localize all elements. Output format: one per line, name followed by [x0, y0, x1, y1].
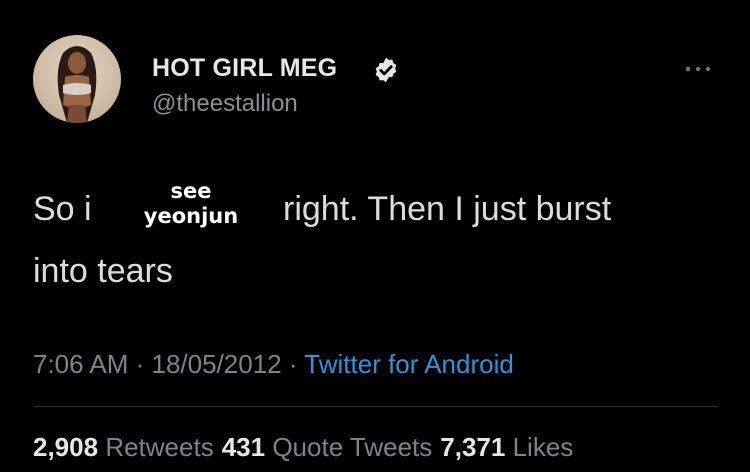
quote-tweets-stat[interactable]: 431 Quote Tweets	[222, 432, 433, 462]
tweet-stats: 2,908 Retweets 431 Quote Tweets 7,371 Like…	[33, 432, 573, 463]
avatar-photo	[57, 46, 97, 123]
meme-overlay-caption: see yeonjun	[134, 179, 248, 229]
verified-badge-icon	[375, 57, 397, 83]
likes-count: 7,371	[440, 432, 506, 462]
likes-label: Likes	[512, 432, 574, 462]
tweet-text-line-2: into tears	[33, 252, 173, 290]
tweet-time[interactable]: 7:06 AM	[33, 349, 128, 379]
meta-separator: ·	[281, 349, 305, 379]
likes-stat[interactable]: 7,371 Likes	[440, 432, 573, 462]
meta-separator: ·	[128, 349, 152, 379]
tweet-card: HOT GIRL MEG @theestallion So i see yeon…	[0, 0, 750, 472]
divider	[33, 406, 719, 407]
tweet-date[interactable]: 18/05/2012	[152, 349, 282, 379]
quote-tweets-label: Quote Tweets	[272, 432, 433, 462]
more-options-icon[interactable]	[683, 64, 713, 74]
tweet-meta: 7:06 AM · 18/05/2012 · Twitter for Andro…	[33, 349, 514, 380]
user-handle[interactable]: @theestallion	[152, 90, 298, 118]
tweet-text-start: So i	[33, 190, 92, 228]
quote-tweets-count: 431	[221, 432, 266, 462]
retweets-label: Retweets	[105, 432, 214, 462]
overlay-caption-line-1: see	[170, 179, 212, 203]
overlay-caption-line-2: yeonjun	[143, 204, 239, 228]
retweets-count: 2,908	[33, 432, 99, 462]
tweet-source-link[interactable]: Twitter for Android	[304, 349, 514, 379]
display-name[interactable]: HOT GIRL MEG	[152, 54, 337, 83]
retweets-stat[interactable]: 2,908 Retweets	[33, 432, 214, 462]
avatar[interactable]	[33, 35, 121, 123]
tweet-text-end: right. Then I just burst	[283, 190, 612, 228]
